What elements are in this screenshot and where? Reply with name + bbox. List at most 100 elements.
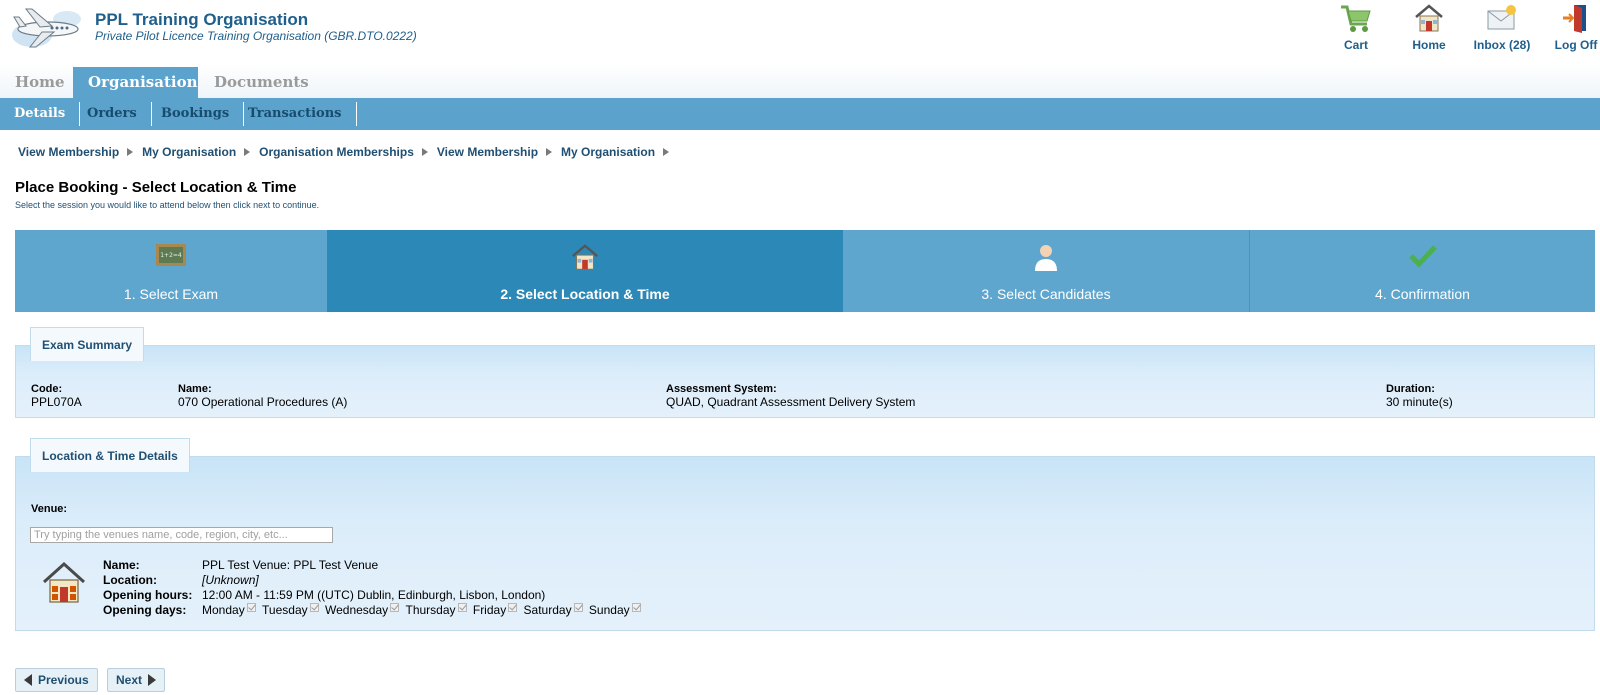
next-label: Next <box>116 673 143 687</box>
main-tab-bar: Home Organisation Documents <box>0 64 1600 98</box>
step-label: 2. Select Location & Time <box>500 286 670 302</box>
tab-documents[interactable]: Documents <box>199 67 324 98</box>
previous-button[interactable]: Previous <box>15 668 98 692</box>
step-select-exam: 1+2=4 1. Select Exam <box>15 230 327 312</box>
breadcrumb-arrow-icon <box>663 148 670 156</box>
duration-label: Duration: <box>1386 383 1435 395</box>
step-select-location-time: 2. Select Location & Time <box>327 230 843 312</box>
day-checkbox <box>457 603 467 612</box>
inbox-label: Inbox (28) <box>1473 38 1531 52</box>
step-select-candidates: 3. Select Candidates <box>843 230 1249 312</box>
inbox-link[interactable]: Inbox (28) <box>1470 0 1534 52</box>
opening-hours-value: 12:00 AM - 11:59 PM ((UTC) Dublin, Edinb… <box>202 588 546 602</box>
day-label: Friday <box>472 603 507 617</box>
cart-icon <box>1330 0 1382 36</box>
name-value: 070 Operational Procedures (A) <box>178 395 348 409</box>
breadcrumb: View Membership My Organisation Organisati… <box>18 145 678 159</box>
venue-location-label: Location: <box>103 573 157 587</box>
chalkboard-icon: 1+2=4 <box>155 242 187 273</box>
day-checkbox <box>246 603 256 612</box>
day-label: Tuesday <box>262 603 308 617</box>
day-item: Saturday <box>524 603 583 617</box>
arrow-left-icon <box>24 674 32 686</box>
exit-door-icon <box>1553 0 1599 36</box>
day-label: Saturday <box>523 603 572 617</box>
code-label: Code: <box>31 383 63 395</box>
day-item: Thursday <box>405 603 467 617</box>
subtab-details[interactable]: Details <box>0 102 81 126</box>
checkmark-icon <box>1408 242 1438 273</box>
tab-home[interactable]: Home <box>0 67 80 98</box>
breadcrumb-item[interactable]: View Membership <box>437 145 538 159</box>
page-description: Select the session you would like to att… <box>15 200 320 210</box>
next-button[interactable]: Next <box>107 668 166 692</box>
house-icon <box>570 242 600 275</box>
assessment-system-label: Assessment System: <box>666 383 777 395</box>
day-checkbox <box>390 603 400 612</box>
cart-label: Cart <box>1343 38 1368 52</box>
venue-name-label: Name: <box>103 558 140 572</box>
breadcrumb-item[interactable]: My Organisation <box>561 145 655 159</box>
person-icon <box>1031 242 1061 275</box>
code-value: PPL070A <box>31 395 82 409</box>
breadcrumb-arrow-icon <box>244 148 251 156</box>
breadcrumb-arrow-icon <box>127 148 134 156</box>
tab-organisation[interactable]: Organisation <box>73 67 198 98</box>
previous-label: Previous <box>38 673 89 687</box>
org-title: PPL Training Organisation <box>95 10 309 29</box>
day-item: Monday <box>202 603 256 617</box>
day-checkbox <box>573 603 583 612</box>
venue-label: Venue: <box>31 503 68 515</box>
logoff-label: Log Off <box>1554 38 1598 52</box>
arrow-right-icon <box>148 674 157 686</box>
page-title: Place Booking - Select Location & Time <box>15 179 297 196</box>
org-subtitle: Private Pilot Licence Training Organisat… <box>95 29 417 43</box>
opening-hours-label: Opening hours: <box>103 588 193 602</box>
breadcrumb-item[interactable]: View Membership <box>18 145 119 159</box>
step-label: 1. Select Exam <box>123 286 219 302</box>
wizard-steps: 1+2=4 1. Select Exam 2. Select Location … <box>15 230 1595 312</box>
envelope-icon <box>1470 0 1534 36</box>
header: PPL Training Organisation Private Pilot … <box>0 0 1600 64</box>
day-checkbox <box>309 603 319 612</box>
day-checkbox <box>508 603 518 612</box>
day-item: Wednesday <box>324 603 400 617</box>
duration-value: 30 minute(s) <box>1386 395 1453 409</box>
step-confirmation: 4. Confirmation <box>1250 230 1595 312</box>
day-checkbox <box>631 603 641 612</box>
logoff-link[interactable]: Log Off <box>1553 0 1599 52</box>
opening-days-list: Monday Tuesday Wednesday Thursday Friday… <box>202 603 644 617</box>
day-item: Sunday <box>589 603 641 617</box>
home-link[interactable]: Home <box>1405 0 1453 52</box>
cart-link[interactable]: Cart <box>1330 0 1382 52</box>
day-label: Thursday <box>405 603 456 617</box>
step-label: 3. Select Candidates <box>981 286 1111 302</box>
sub-tab-bar: Details Orders Bookings Transactions <box>0 98 1600 130</box>
breadcrumb-item[interactable]: Organisation Memberships <box>259 145 414 159</box>
day-label: Monday <box>202 603 245 617</box>
venue-location-value: [Unknown] <box>202 573 259 587</box>
exam-summary-tab: Exam Summary <box>30 327 145 361</box>
assessment-system-value: QUAD, Quadrant Assessment Delivery Syste… <box>666 395 916 409</box>
venue-house-icon <box>42 561 86 603</box>
airplane-logo-icon <box>12 5 82 51</box>
svg-text:1+2=4: 1+2=4 <box>160 252 182 259</box>
subtab-transactions[interactable]: Transactions <box>234 102 357 126</box>
venue-search-input[interactable] <box>30 527 333 543</box>
opening-days-label: Opening days: <box>103 603 187 617</box>
subtab-bookings[interactable]: Bookings <box>147 102 245 126</box>
day-item: Friday <box>472 603 518 617</box>
breadcrumb-arrow-icon <box>546 148 553 156</box>
breadcrumb-arrow-icon <box>421 148 428 156</box>
name-label: Name: <box>178 383 212 395</box>
breadcrumb-item[interactable]: My Organisation <box>142 145 236 159</box>
day-item: Tuesday <box>262 603 319 617</box>
home-label: Home <box>1412 38 1446 52</box>
house-icon <box>1405 0 1453 36</box>
venue-name-value: PPL Test Venue: PPL Test Venue <box>202 558 379 572</box>
location-time-tab: Location & Time Details <box>30 438 190 472</box>
step-label: 4. Confirmation <box>1375 286 1470 302</box>
day-label: Sunday <box>588 603 630 617</box>
subtab-orders[interactable]: Orders <box>73 102 152 126</box>
day-label: Wednesday <box>324 603 389 617</box>
